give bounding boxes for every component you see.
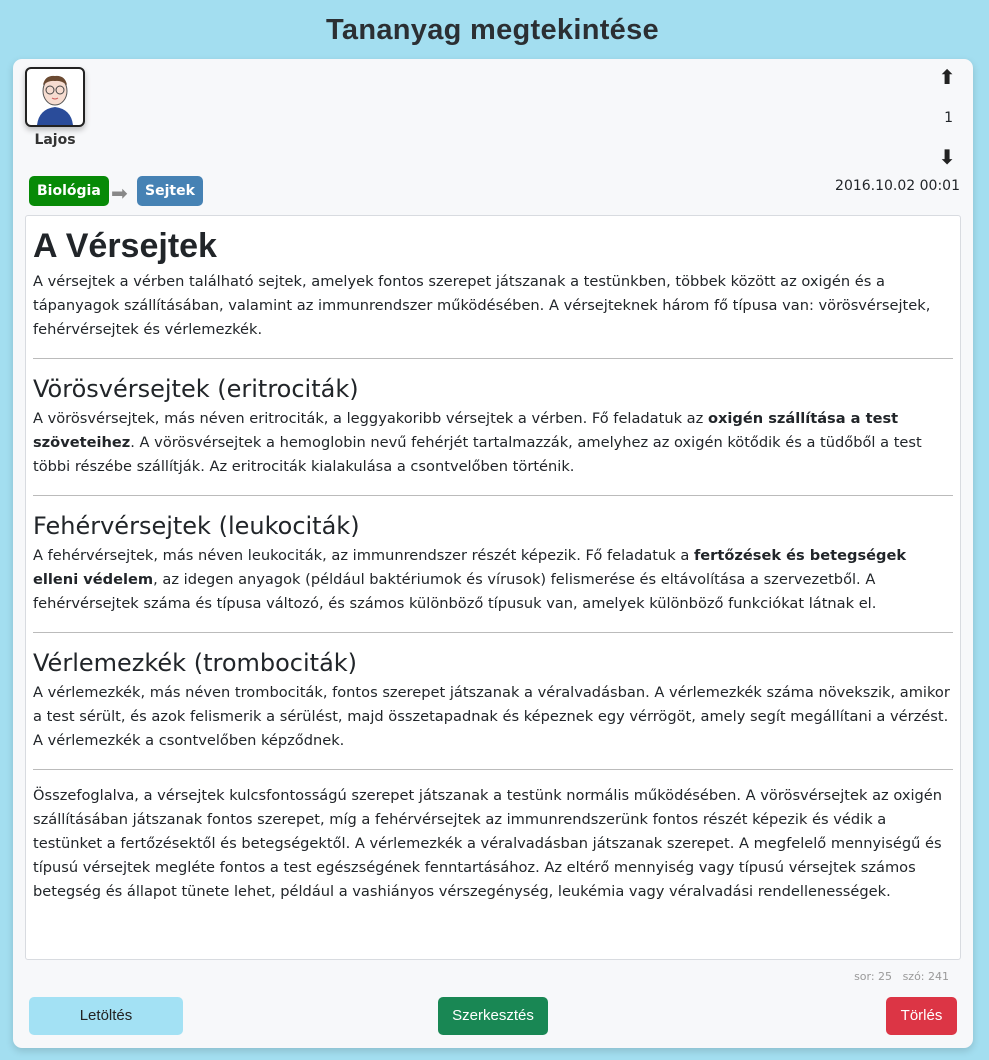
section-title: Fehérvérsejtek (leukociták)	[33, 512, 360, 540]
order-number: 1	[944, 110, 953, 126]
section-text: A vörösvérsejtek, más néven eritrociták,…	[33, 407, 953, 479]
divider	[33, 495, 953, 496]
arrow-right-icon: ➡	[111, 181, 128, 205]
avatar-image-icon	[37, 75, 73, 125]
username: Lajos	[34, 132, 76, 148]
section-title: Vérlemezkék (trombociták)	[33, 649, 358, 677]
text: A fehérvérsejtek, más néven leukociták, …	[33, 547, 694, 564]
created-date: 2016.10.02 00:01	[835, 178, 960, 194]
page-title: Tananyag megtekintése	[326, 14, 659, 46]
material-card: Lajos Biológia ➡ Sejtek ⬆ 1 ⬇ 2016.10.02…	[13, 59, 973, 1048]
text: . A vörösvérsejtek a hemoglobin nevű feh…	[33, 434, 922, 475]
section-text: A vérlemezkék, más néven trombociták, fo…	[33, 684, 950, 749]
section-title: Vörösvérsejtek (eritrociták)	[33, 375, 359, 403]
summary-text: Összefoglalva, a vérsejtek kulcsfontossá…	[33, 787, 943, 900]
topic-badge[interactable]: Sejtek	[137, 176, 203, 206]
edit-button[interactable]: Szerkesztés	[438, 997, 548, 1035]
text: A vörösvérsejtek, más néven eritrociták,…	[33, 410, 708, 427]
move-up-icon[interactable]: ⬆	[935, 65, 959, 89]
subject-badge[interactable]: Biológia	[29, 176, 109, 206]
word-count: szó: 241	[902, 970, 949, 983]
download-button[interactable]: Letöltés	[29, 997, 183, 1035]
divider	[33, 358, 953, 359]
text: , az idegen anyagok (például baktériumok…	[33, 571, 877, 612]
stats: sor: 25 szó: 241	[854, 970, 949, 983]
row-count: sor: 25	[854, 970, 893, 983]
avatar	[25, 67, 85, 127]
material-content: A Vérsejtek A vérsejtek a vérben találha…	[25, 215, 961, 960]
article-intro: A vérsejtek a vérben található sejtek, a…	[33, 273, 931, 338]
divider	[33, 632, 953, 633]
divider	[33, 769, 953, 770]
article-title: A Vérsejtek	[33, 227, 217, 265]
move-down-icon[interactable]: ⬇	[935, 145, 959, 169]
delete-button[interactable]: Törlés	[886, 997, 957, 1035]
section-text: A fehérvérsejtek, más néven leukociták, …	[33, 544, 953, 616]
